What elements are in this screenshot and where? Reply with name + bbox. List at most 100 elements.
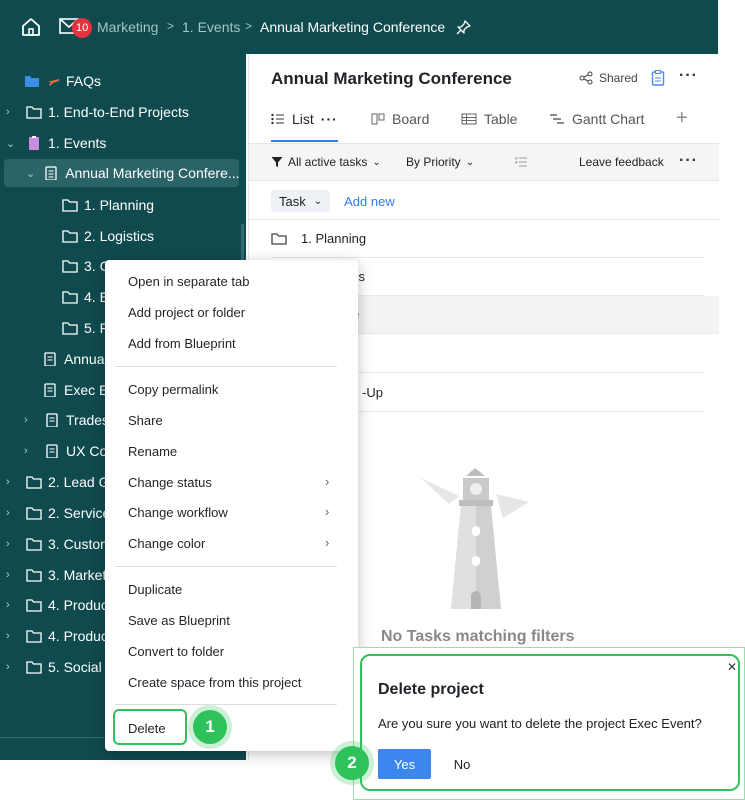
sidebar-item-marketing[interactable]: › 3. Marketi xyxy=(6,561,109,589)
menu-item-delete[interactable]: Delete xyxy=(128,721,166,736)
menu-item-change-status[interactable]: Change status xyxy=(128,475,212,490)
sidebar-item-folder-3[interactable]: 3. C xyxy=(62,252,110,280)
toolbar-more-icon[interactable]: ··· xyxy=(679,152,698,170)
chevron-down-icon[interactable]: ⌄ xyxy=(6,137,18,150)
more-options-icon[interactable]: ··· xyxy=(679,67,698,85)
sidebar-item-social[interactable]: › 5. Social M xyxy=(6,653,117,681)
menu-item-open-tab[interactable]: Open in separate tab xyxy=(128,274,249,289)
project-icon xyxy=(46,413,58,427)
list-item-label: -Up xyxy=(362,385,383,400)
add-view-icon[interactable]: + xyxy=(676,107,688,130)
tab-board[interactable]: Board xyxy=(371,111,429,127)
chevron-right-icon[interactable]: › xyxy=(6,106,18,118)
menu-divider xyxy=(115,704,337,705)
filter-toolbar: All active tasks ⌄ By Priority ⌄ Leave f… xyxy=(249,143,719,181)
chevron-right-icon[interactable]: › xyxy=(24,414,36,426)
sidebar-item-ux-con[interactable]: › UX Con xyxy=(24,437,115,465)
sidebar-item-label: Annual xyxy=(64,351,108,367)
pin-icon[interactable] xyxy=(456,20,471,35)
chevron-right-icon[interactable]: › xyxy=(6,630,18,642)
home-icon[interactable] xyxy=(20,16,42,38)
tab-gantt-chart[interactable]: Gantt Chart xyxy=(549,111,644,127)
clipboard-icon[interactable] xyxy=(651,70,665,86)
task-type-dropdown[interactable]: Task ⌄ xyxy=(271,190,331,212)
sidebar-item-label: Annual Marketing Confere... xyxy=(65,165,239,181)
menu-item-save-blueprint[interactable]: Save as Blueprint xyxy=(128,613,230,628)
sidebar-item-label: 1. End-to-End Projects xyxy=(48,104,189,120)
sidebar-item-annual[interactable]: Annual xyxy=(42,345,108,373)
leave-feedback-link[interactable]: Leave feedback xyxy=(579,155,664,169)
add-new-link[interactable]: Add new xyxy=(344,194,395,209)
filter-button[interactable]: All active tasks ⌄ xyxy=(271,155,381,169)
sidebar-item-label: 2. Service xyxy=(48,505,111,521)
empty-state-text: No Tasks matching filters xyxy=(381,628,575,645)
yes-button[interactable]: Yes xyxy=(378,749,431,779)
chevron-down-icon: ⌄ xyxy=(313,195,323,207)
collapse-arrow-icon xyxy=(24,760,37,770)
menu-item-share[interactable]: Share xyxy=(128,413,163,428)
folder-icon xyxy=(62,260,78,273)
tab-list[interactable]: List ··· xyxy=(271,111,338,127)
plane-icon xyxy=(47,79,59,86)
tab-table[interactable]: Table xyxy=(461,111,517,127)
sidebar-item-trades[interactable]: › Trades xyxy=(24,406,109,434)
chevron-right-icon[interactable]: › xyxy=(6,569,18,581)
sidebar-item-annual-marketing-conference[interactable]: ⌄ Annual Marketing Confere... xyxy=(4,159,239,187)
menu-item-convert-folder[interactable]: Convert to folder xyxy=(128,644,224,659)
tab-label: Gantt Chart xyxy=(572,111,645,127)
menu-item-change-color[interactable]: Change color xyxy=(128,536,205,551)
sidebar-item-lead-gen[interactable]: › 2. Lead Ge xyxy=(6,468,117,496)
delete-project-dialog: ✕ Delete project Are you sure you want t… xyxy=(360,654,740,791)
chevron-right-icon: › xyxy=(325,535,330,550)
breadcrumb-current: Annual Marketing Conference xyxy=(260,19,446,35)
tab-more-icon[interactable]: ··· xyxy=(321,111,338,127)
sidebar-item-logistics[interactable]: 2. Logistics xyxy=(62,222,154,250)
sidebar-item-planning[interactable]: 1. Planning xyxy=(62,191,154,219)
list-item[interactable]: 1. Planning xyxy=(271,220,704,258)
shared-button[interactable]: Shared xyxy=(579,71,638,85)
show-spaces-button[interactable]: Show spa xyxy=(24,757,105,773)
menu-item-duplicate[interactable]: Duplicate xyxy=(128,582,182,597)
sidebar-item-folder-5[interactable]: 5. F xyxy=(62,314,108,342)
sidebar-item-folder-4[interactable]: 4. E xyxy=(62,283,109,311)
sidebar-item-faqs[interactable]: FAQs xyxy=(24,67,101,95)
breadcrumb-marketing[interactable]: Marketing xyxy=(97,19,158,35)
sort-label: By Priority xyxy=(406,155,461,169)
menu-divider xyxy=(115,366,337,367)
menu-item-add-project[interactable]: Add project or folder xyxy=(128,305,245,320)
chevron-right-icon[interactable]: › xyxy=(6,507,18,519)
close-icon[interactable]: ✕ xyxy=(727,660,737,674)
sidebar-item-product-1[interactable]: › 4. Produc xyxy=(6,591,108,619)
chevron-down-icon[interactable]: ⌄ xyxy=(26,167,35,180)
sidebar-item-label: 3. Custom xyxy=(48,536,112,552)
board-icon xyxy=(371,113,385,125)
share-icon xyxy=(579,71,593,85)
chevron-right-icon[interactable]: › xyxy=(6,538,18,550)
checklist-icon[interactable] xyxy=(514,156,528,168)
breadcrumb-events[interactable]: 1. Events xyxy=(182,19,240,35)
chevron-right-icon[interactable]: › xyxy=(6,661,18,673)
menu-item-create-space[interactable]: Create space from this project xyxy=(128,675,301,690)
menu-item-rename[interactable]: Rename xyxy=(128,444,177,459)
folder-icon xyxy=(62,230,78,243)
sidebar-item-label: 3. Marketi xyxy=(48,567,110,583)
no-button[interactable]: No xyxy=(444,749,480,779)
sidebar-item-custom[interactable]: › 3. Custom xyxy=(6,530,112,558)
folder-icon xyxy=(62,291,78,304)
sidebar-item-service[interactable]: › 2. Service xyxy=(6,499,110,527)
sort-button[interactable]: By Priority ⌄ xyxy=(406,155,474,169)
chevron-right-icon[interactable]: › xyxy=(6,599,18,611)
top-bar: 10 Marketing > 1. Events > Annual Market… xyxy=(0,0,718,54)
sidebar-item-end-to-end[interactable]: › 1. End-to-End Projects xyxy=(6,98,189,126)
list-icon xyxy=(271,113,284,125)
menu-item-add-blueprint[interactable]: Add from Blueprint xyxy=(128,336,236,351)
project-icon xyxy=(45,166,57,180)
menu-item-change-workflow[interactable]: Change workflow xyxy=(128,505,228,520)
chevron-right-icon[interactable]: › xyxy=(6,476,18,488)
sidebar-item-events[interactable]: ⌄ 1. Events xyxy=(6,129,106,157)
sidebar-item-exec-event[interactable]: Exec E xyxy=(42,376,108,404)
sidebar-item-product-2[interactable]: › 4. Produc xyxy=(6,622,108,650)
chevron-right-icon[interactable]: › xyxy=(24,445,36,457)
menu-item-copy-permalink[interactable]: Copy permalink xyxy=(128,382,218,397)
filter-icon xyxy=(271,157,283,167)
